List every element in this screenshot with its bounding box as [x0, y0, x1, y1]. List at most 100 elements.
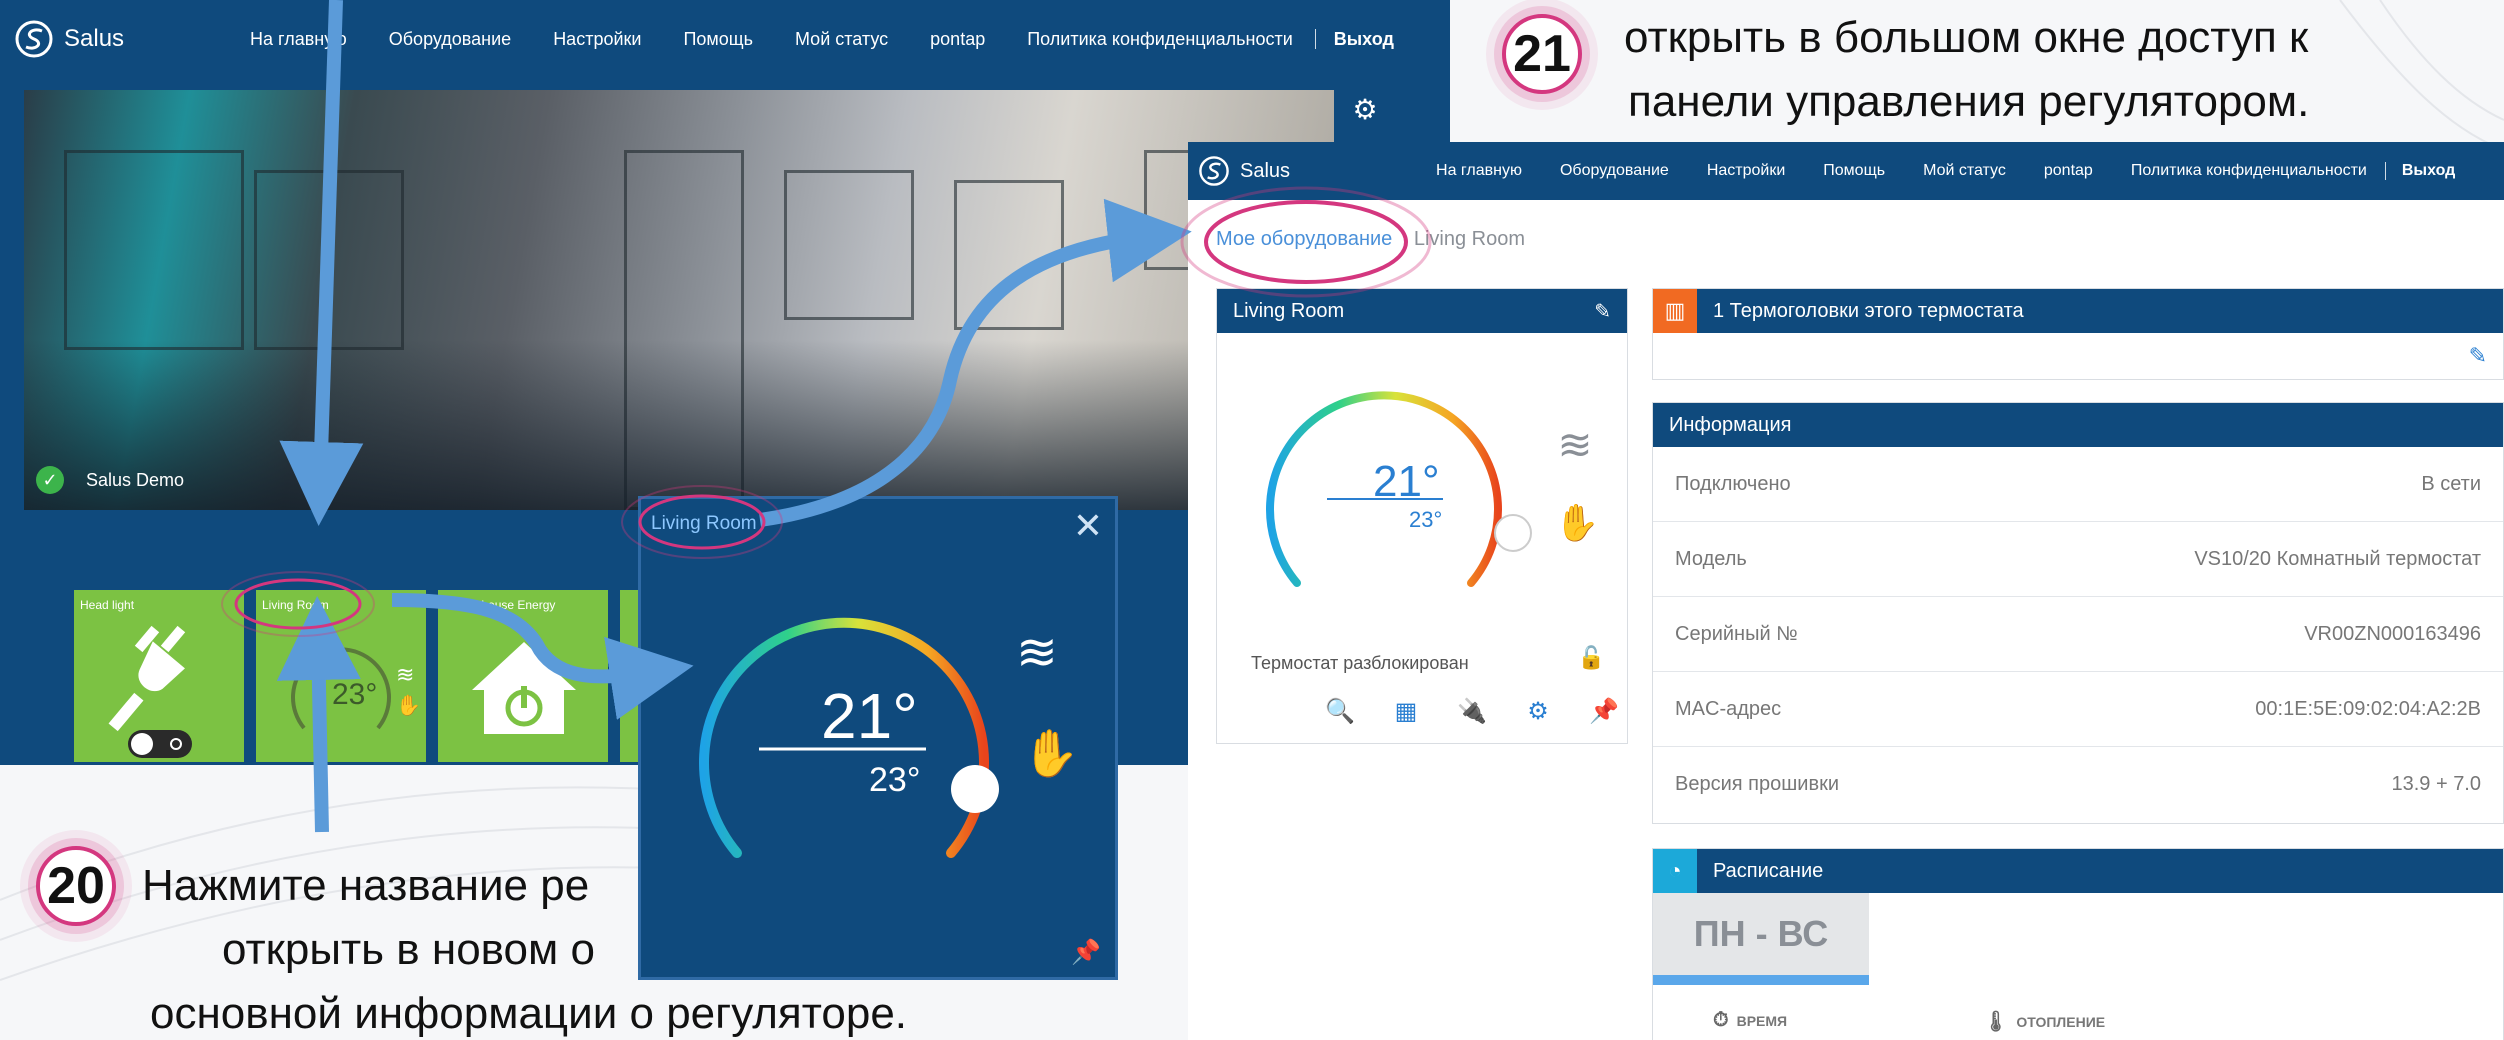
info-label: Подключено — [1675, 472, 1791, 495]
schedule-col-time: ⏱ ВРЕМЯ — [1713, 1009, 1787, 1032]
thermostat-title: Living Room — [1233, 299, 1345, 322]
tile-head-light[interactable]: Head light — [74, 590, 244, 762]
tile-temp-text: 23° — [332, 678, 377, 711]
plug-icon[interactable]: 🔌 — [1439, 697, 1505, 726]
site-hero-image — [24, 90, 1334, 510]
trv-card-header: ▥ 1 Термоголовки этого термостата — [1653, 289, 2503, 333]
building-window — [254, 170, 404, 350]
salus-logo[interactable]: Salus — [1198, 155, 1290, 187]
dial-handle[interactable] — [1494, 514, 1532, 552]
radiator-icon: ▥ — [1653, 289, 1697, 333]
site-name: Salus Demo — [86, 469, 185, 490]
info-label: Серийный № — [1675, 622, 1798, 645]
nav-exit[interactable]: Выход — [2402, 162, 2455, 180]
detail-nav-menu: На главную Оборудование Настройки Помощь… — [1436, 162, 2493, 180]
schedule-card-header: ◔ Расписание — [1653, 849, 2503, 893]
nav-divider — [1314, 29, 1316, 49]
search-icon[interactable]: 🔍 — [1307, 697, 1373, 726]
step-21-badge: 21 — [1502, 14, 1582, 94]
step-20-caption-line-3: основной информации о регуляторе. — [150, 989, 908, 1038]
schedule-title: Расписание — [1713, 859, 1824, 882]
tile-label: Living Room — [262, 598, 329, 612]
info-value: 00:1E:5E:09:02:04:A2:2B — [2255, 697, 2481, 720]
info-card-header: Информация — [1653, 403, 2503, 447]
breadcrumb-my-equipment[interactable]: Мое оборудование — [1216, 228, 1392, 250]
schedule-heating-label: ОТОПЛЕНИЕ — [2016, 1013, 2106, 1030]
info-value: VR00ZN000163496 — [2304, 622, 2481, 645]
pin-icon[interactable]: 📌 — [1571, 697, 1637, 726]
gear-icon[interactable]: ⚙ — [1334, 78, 1396, 140]
building-window — [954, 180, 1064, 330]
clock-icon: ◔ — [1653, 849, 1697, 893]
nav-settings[interactable]: Настройки — [1707, 162, 1785, 180]
popup-title[interactable]: Living Room — [651, 513, 757, 535]
tile-whole-house-energy[interactable]: Whole house Energy — [438, 590, 608, 762]
nav-exit[interactable]: Выход — [1334, 29, 1394, 50]
info-value: В сети — [2421, 472, 2481, 495]
heat-icon: ≋ — [1016, 623, 1058, 681]
nav-privacy[interactable]: Политика конфиденциальности — [2131, 162, 2367, 180]
brand-name: Salus — [64, 25, 125, 52]
pencil-icon[interactable]: ✎ — [1594, 299, 1611, 324]
nav-home[interactable]: На главную — [1436, 162, 1522, 180]
svg-text:≋: ≋ — [396, 663, 414, 688]
device-detail-screenshot: Salus На главную Оборудование Настройки … — [1188, 142, 2504, 1040]
nav-help[interactable]: Помощь — [683, 29, 753, 50]
tile-label: Head light — [80, 598, 135, 612]
film-icon[interactable]: ▦ — [1373, 697, 1439, 726]
stopwatch-icon: ⏱ — [1713, 1009, 1729, 1031]
step-20-badge: 20 — [36, 846, 116, 926]
schedule-card: ◔ Расписание ПН - ВС ⏱ ВРЕМЯ 🌡 ОТОПЛЕНИЕ — [1652, 848, 2504, 1040]
step-21-caption-line-2: панели управления регулятором. — [1628, 77, 2310, 126]
pencil-icon[interactable]: ✎ — [2469, 343, 2487, 369]
schedule-col-heating: 🌡 ОТОПЛЕНИЕ — [1983, 1009, 2105, 1034]
step-20-caption-line-2: открыть в новом о — [222, 925, 595, 974]
site-label[interactable]: ✓ Salus Demo — [36, 466, 184, 494]
nav-user[interactable]: pontap — [930, 29, 985, 50]
gear-icon[interactable]: ⚙ — [1505, 697, 1571, 726]
building-window — [784, 170, 914, 320]
unlock-icon[interactable]: 🔓 — [1578, 645, 1605, 671]
detail-navbar: Salus На главную Оборудование Настройки … — [1188, 142, 2504, 200]
step-21-caption-line-1: открыть в большом окне доступ к — [1624, 13, 2309, 62]
tile-living-room[interactable]: Living Room 23° ≋ ✋ — [256, 590, 426, 762]
svg-text:✋: ✋ — [396, 693, 421, 717]
info-value: VS10/20 Комнатный термостат — [2194, 547, 2481, 570]
nav-my-status[interactable]: Мой статус — [1923, 162, 2006, 180]
hand-icon: ✋ — [1022, 726, 1079, 780]
dashboard-nav-menu: На главную Оборудование Настройки Помощь… — [250, 29, 1394, 50]
dial-handle[interactable] — [951, 765, 999, 813]
salus-logo-icon — [1199, 156, 1229, 186]
salus-logo[interactable]: Salus — [14, 19, 124, 59]
step-20-caption-line-1: Нажмите название ре — [142, 861, 590, 910]
thermostat-toolbar: 🔍 ▦ 🔌 ⚙ 📌 — [1307, 697, 1637, 726]
nav-my-status[interactable]: Мой статус — [795, 29, 888, 50]
info-label: MAC-адрес — [1675, 697, 1782, 720]
info-row-mac: MAC-адрес 00:1E:5E:09:02:04:A2:2B — [1653, 672, 2503, 747]
breadcrumb: Мое оборудование Living Room — [1216, 228, 1525, 251]
nav-home[interactable]: На главную — [250, 29, 347, 50]
nav-divider — [2384, 162, 2386, 180]
lock-status: Термостат разблокирован — [1251, 653, 1469, 673]
house-icon — [472, 642, 576, 734]
schedule-time-label: ВРЕМЯ — [1736, 1012, 1788, 1029]
schedule-day-tab[interactable]: ПН - ВС — [1653, 893, 1869, 985]
nav-equipment[interactable]: Оборудование — [1560, 162, 1669, 180]
hero-shade — [24, 340, 1334, 510]
info-label: Версия прошивки — [1675, 773, 1839, 795]
nav-user[interactable]: pontap — [2044, 162, 2093, 180]
heat-icon: ≋ — [1557, 420, 1592, 469]
nav-privacy[interactable]: Политика конфиденциальности — [1027, 29, 1293, 50]
check-icon: ✓ — [36, 466, 64, 494]
nav-help[interactable]: Помощь — [1823, 162, 1885, 180]
popup-current-temp: 21° — [821, 680, 918, 752]
quick-view-popup: Living Room ✕ ≋ ✋ 21° 23° 📌 — [638, 496, 1118, 980]
nav-settings[interactable]: Настройки — [553, 29, 641, 50]
plug-icon — [108, 625, 192, 758]
thermostat-card: Living Room ✎ ≋ ✋ 21° 23° Термостат разб… — [1216, 288, 1628, 744]
close-icon[interactable]: ✕ — [1073, 505, 1103, 547]
pin-icon[interactable]: 📌 — [1071, 938, 1101, 967]
nav-equipment[interactable]: Оборудование — [389, 29, 511, 50]
info-title: Информация — [1669, 413, 1792, 436]
info-row-firmware: Версия прошивки 13.9 + 7.0 — [1653, 747, 2503, 822]
